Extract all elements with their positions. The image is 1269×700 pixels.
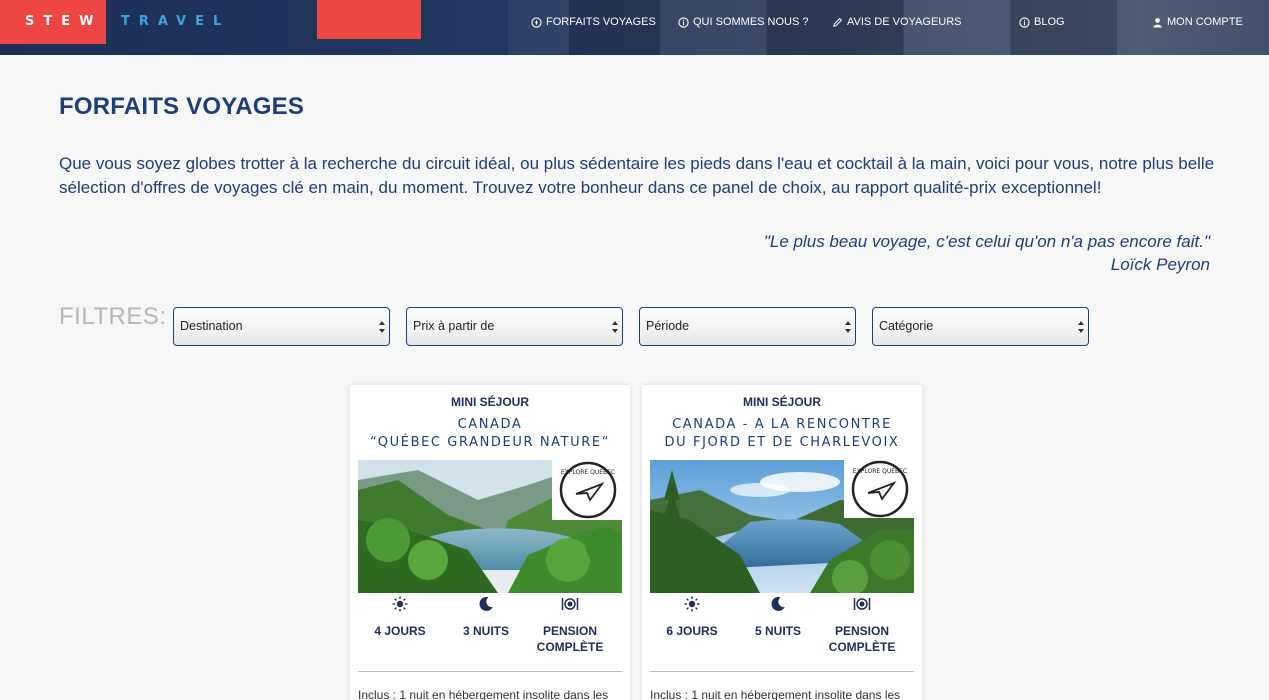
package-title[interactable]: CANADA “QUÉBEC GRANDEUR NATURE“ xyxy=(350,416,630,452)
valley-river-image: EXPLORE QUÉBEC xyxy=(358,460,622,593)
nav-label: AVIS DE VOYAGEURS xyxy=(847,16,962,28)
compass-icon xyxy=(531,16,542,28)
stamp-text: EXPLORE QUÉBEC xyxy=(853,467,907,475)
select-arrows-icon xyxy=(1078,321,1084,333)
select-value: Prix à partir de xyxy=(413,319,495,333)
nav-forfaits-voyages[interactable]: FORFAITS VOYAGES xyxy=(531,15,656,29)
nights-value: 5 NUITS xyxy=(754,624,801,638)
sun-icon xyxy=(684,596,700,612)
nav-blog[interactable]: BLOG xyxy=(1019,15,1065,29)
top-navigation-bar: STEW TRAVEL FORFAITS VOYAGES QUI SOMMES … xyxy=(0,0,1269,55)
board-line: COMPLÈTE xyxy=(828,640,896,654)
card-divider xyxy=(650,671,914,672)
logo-travel[interactable]: TRAVEL xyxy=(121,14,230,29)
intro-paragraph: Que vous soyez globes trotter à la reche… xyxy=(59,154,1215,197)
period-select[interactable]: Période xyxy=(639,307,856,346)
nav-label: QUI SOMMES NOUS ? xyxy=(693,16,809,28)
moon-icon xyxy=(479,596,493,611)
board-stat: PENSION COMPLÈTE xyxy=(525,595,615,655)
user-icon xyxy=(1153,17,1162,28)
package-card[interactable]: MINI SÉJOUR CANADA “QUÉBEC GRANDEUR NATU… xyxy=(350,385,630,700)
board-line: COMPLÈTE xyxy=(536,640,604,654)
nights-stat: 5 NUITS xyxy=(733,595,823,639)
days-value: 6 JOURS xyxy=(666,624,718,638)
select-value: Catégorie xyxy=(879,319,934,333)
plate-cutlery-icon xyxy=(561,598,579,610)
package-photo[interactable]: EXPLORE QUÉBEC xyxy=(358,460,622,593)
stamp-text: EXPLORE QUÉBEC xyxy=(561,468,615,476)
card-divider xyxy=(358,671,622,672)
board-line: PENSION xyxy=(834,624,889,638)
info-icon xyxy=(678,16,689,28)
sun-icon xyxy=(392,596,408,612)
package-type: MINI SÉJOUR xyxy=(742,395,821,409)
package-type: MINI SÉJOUR xyxy=(450,395,529,409)
package-stats: 4 JOURS 3 NUITS PENSION COMPLÈTE xyxy=(350,595,630,657)
nav-label: MON COMPTE xyxy=(1167,16,1243,28)
days-value: 4 JOURS xyxy=(374,624,426,638)
package-title-line: CANADA - A LA RENCONTRE xyxy=(672,417,892,432)
nav-label: BLOG xyxy=(1034,16,1065,28)
package-inclus-text: Inclus : 1 nuit en hébergement insolite … xyxy=(650,688,901,700)
quote-text: "Le plus beau voyage, c'est celui qu'on … xyxy=(763,232,1210,251)
days-stat: 4 JOURS xyxy=(355,595,445,639)
package-title-line: CANADA xyxy=(457,417,523,432)
board-value: PENSION COMPLÈTE xyxy=(525,623,615,655)
nights-stat: 3 NUITS xyxy=(441,595,531,639)
package-title-line: “QUÉBEC GRANDEUR NATURE“ xyxy=(369,435,611,450)
package-stats: 6 JOURS 5 NUITS PENSION COMPLÈTE xyxy=(642,595,922,657)
quote-author: Loïck Peyron xyxy=(1110,255,1210,274)
logo-stew[interactable]: STEW xyxy=(25,14,102,29)
info-icon xyxy=(1019,16,1030,28)
package-title-line: DU FJORD ET DE CHARLEVOIX xyxy=(664,435,900,450)
nights-value: 3 NUITS xyxy=(462,624,509,638)
nav-label: FORFAITS VOYAGES xyxy=(546,16,656,28)
board-stat: PENSION COMPLÈTE xyxy=(817,595,907,655)
package-inclus-text: Inclus : 1 nuit en hébergement insolite … xyxy=(358,688,609,700)
days-stat: 6 JOURS xyxy=(647,595,737,639)
select-arrows-icon xyxy=(845,321,851,333)
select-value: Période xyxy=(646,319,690,333)
package-card[interactable]: MINI SÉJOUR CANADA - A LA RENCONTRE DU F… xyxy=(642,385,922,700)
category-select[interactable]: Catégorie xyxy=(872,307,1089,346)
fjord-river-image: EXPLORE QUÉBEC xyxy=(650,460,914,593)
nav-qui-sommes-nous[interactable]: QUI SOMMES NOUS ? xyxy=(678,15,809,29)
nav-avis-de-voyageurs[interactable]: AVIS DE VOYAGEURS xyxy=(832,15,962,29)
quote-block: "Le plus beau voyage, c'est celui qu'on … xyxy=(764,230,1210,276)
nav-mon-compte[interactable]: MON COMPTE xyxy=(1152,15,1243,29)
header-red-accent xyxy=(317,0,421,39)
select-arrows-icon xyxy=(379,321,385,333)
page-title: FORFAITS VOYAGES xyxy=(59,93,305,120)
select-arrows-icon xyxy=(612,321,618,333)
package-title[interactable]: CANADA - A LA RENCONTRE DU FJORD ET DE C… xyxy=(642,416,922,452)
price-from-select[interactable]: Prix à partir de xyxy=(406,307,623,346)
board-line: PENSION xyxy=(542,624,597,638)
plate-cutlery-icon xyxy=(853,598,871,610)
pencil-icon xyxy=(833,17,843,27)
board-value: PENSION COMPLÈTE xyxy=(817,623,907,655)
moon-icon xyxy=(771,596,785,611)
destination-select[interactable]: Destination xyxy=(173,307,390,346)
package-photo[interactable]: EXPLORE QUÉBEC xyxy=(650,460,914,593)
select-value: Destination xyxy=(180,319,243,333)
filters-label: FILTRES: xyxy=(59,303,167,330)
